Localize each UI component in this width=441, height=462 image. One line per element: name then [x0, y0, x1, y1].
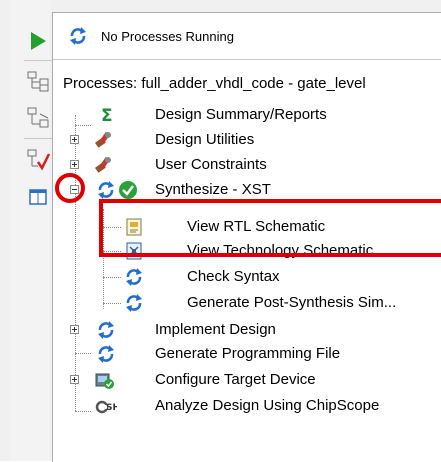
refresh-arrows-icon [98, 345, 114, 363]
tree-item-label: Synthesize - XST [155, 181, 271, 198]
refresh-arrows-icon [98, 321, 114, 339]
tools-icon [95, 131, 111, 148]
expand-toggle[interactable] [70, 135, 79, 144]
run-play-icon[interactable] [24, 28, 52, 54]
collapse-hierarchy-icon[interactable] [24, 104, 52, 130]
tree-item-label: Design Utilities [155, 131, 255, 148]
tree-item-label: Design Summary/Reports [155, 106, 327, 123]
device-icon [95, 373, 114, 389]
refresh-arrows-icon [98, 181, 114, 199]
tree-item-label: Configure Target Device [155, 371, 316, 388]
tree-item-label: Analyze Design Using ChipScope [155, 397, 380, 414]
svg-text:SH: SH [106, 403, 117, 413]
tree-item-analyze-chipscope[interactable]: SH Analyze Design Using ChipScope [53, 395, 441, 417]
highlight-rectangle [99, 199, 441, 257]
panel-window-icon[interactable] [24, 184, 52, 210]
sigma-icon: Σ [101, 106, 113, 126]
tree-item-generate-programming-file[interactable]: Generate Programming File [53, 343, 441, 365]
chipscope-icon: SH [95, 400, 117, 414]
tree-item-design-utilities[interactable]: Design Utilities [53, 129, 441, 151]
ise-window: No Processes Running Processes: full_add… [0, 0, 441, 462]
expand-toggle[interactable] [70, 325, 79, 334]
toolbar-divider [24, 138, 52, 139]
tree-item-label: User Constraints [155, 156, 267, 173]
tree-item-label: Generate Programming File [155, 345, 341, 362]
highlight-circle [55, 173, 85, 203]
tree-item-user-constraints[interactable]: User Constraints [53, 154, 441, 176]
tree-item-label: Check Syntax [187, 268, 280, 285]
tools-icon [95, 156, 111, 173]
left-toolbar [10, 0, 52, 461]
expand-toggle[interactable] [70, 375, 79, 384]
tree-item-configure-target-device[interactable]: Configure Target Device [53, 369, 441, 391]
refresh-arrows-icon [126, 294, 142, 312]
tree-item-design-summary[interactable]: Σ Design Summary/Reports [53, 104, 441, 126]
tree-item-label: Implement Design [155, 321, 276, 338]
expand-toggle[interactable] [70, 160, 79, 169]
toolbar-divider [24, 60, 52, 61]
tree-item-synthesize-xst[interactable]: Synthesize - XST [53, 179, 441, 201]
refresh-arrows-icon [126, 268, 142, 286]
tree-item-generate-post-synthesis-sim[interactable]: Generate Post-Synthesis Sim... [53, 292, 441, 314]
check-hierarchy-icon[interactable] [24, 146, 52, 172]
tree-item-implement-design[interactable]: Implement Design [53, 319, 441, 341]
svg-text:Σ: Σ [101, 106, 113, 126]
check-circle-icon [119, 181, 137, 199]
expand-hierarchy-icon[interactable] [24, 68, 52, 94]
tree-item-label: Generate Post-Synthesis Sim... [187, 294, 397, 311]
tree-item-check-syntax[interactable]: Check Syntax [53, 266, 441, 288]
